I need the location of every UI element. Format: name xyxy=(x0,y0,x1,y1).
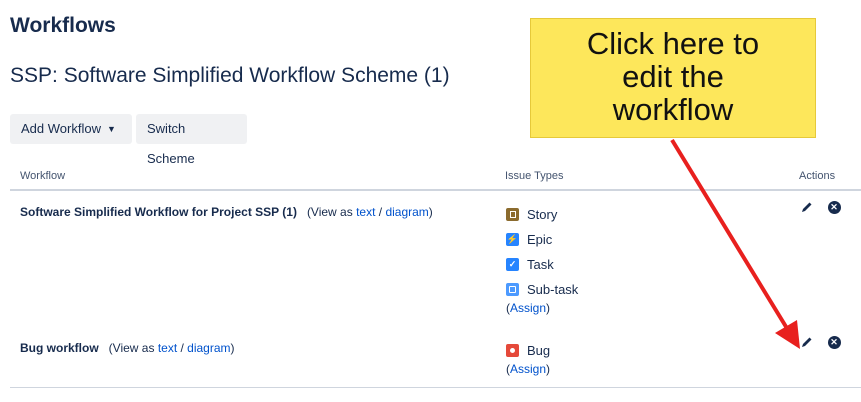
arrow-line xyxy=(670,138,790,332)
arrow-head xyxy=(775,320,800,349)
callout-arrow xyxy=(670,138,800,349)
